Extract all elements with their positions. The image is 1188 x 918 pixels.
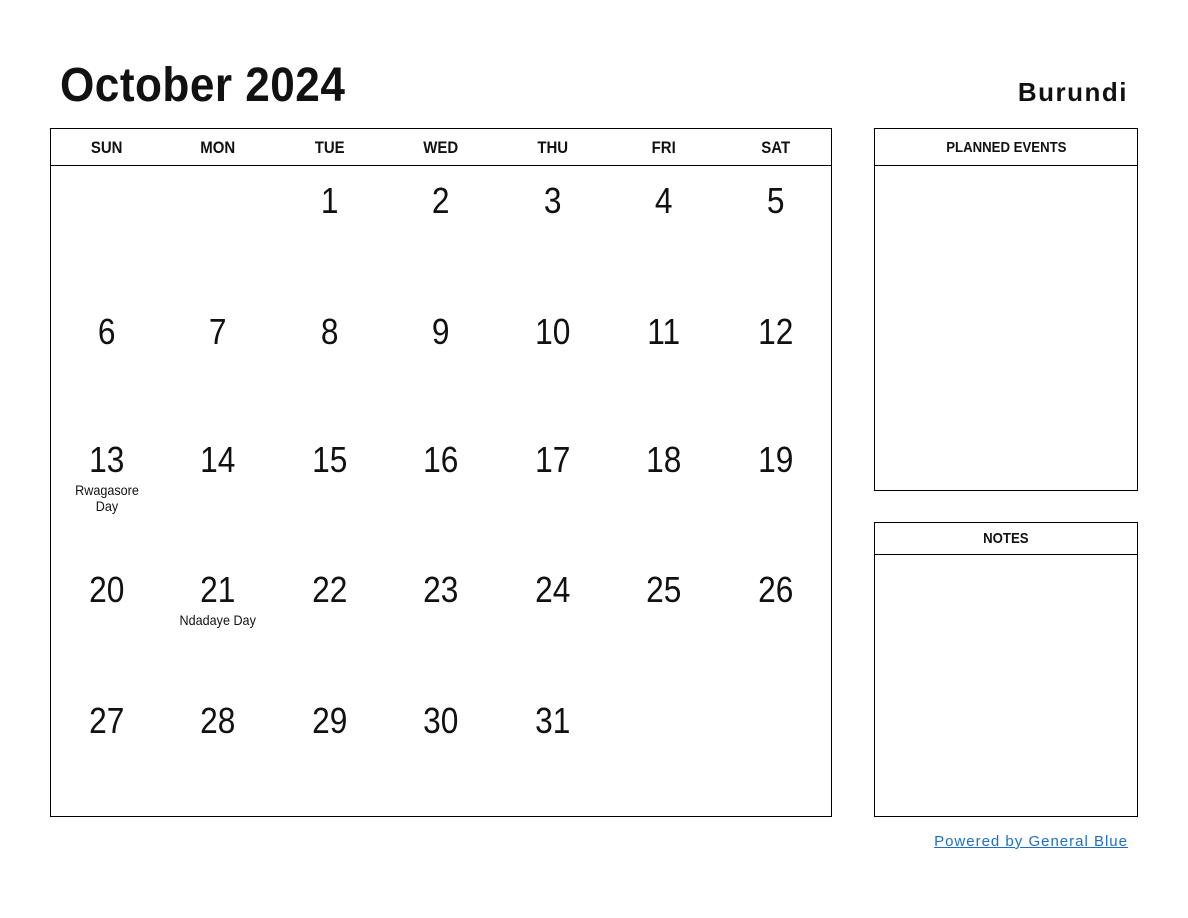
- day-number: 25: [646, 569, 682, 610]
- day-number: 7: [209, 311, 227, 352]
- day-cell: 14: [162, 440, 273, 480]
- day-number: 21: [200, 569, 236, 610]
- day-number: 10: [534, 311, 571, 352]
- day-number: 27: [89, 700, 125, 741]
- day-cell: 6: [51, 312, 162, 352]
- country-label: Burundi: [1017, 77, 1128, 107]
- day-cell: 23: [385, 570, 496, 610]
- day-cell: 20: [51, 570, 162, 610]
- weekday-sat: SAT: [760, 138, 790, 157]
- day-cell: 24: [497, 570, 608, 610]
- day-number: 3: [543, 180, 562, 221]
- weekday-wed: WED: [423, 138, 459, 157]
- day-number: 6: [97, 311, 116, 352]
- weekday-thu: THU: [537, 138, 568, 157]
- day-number: 22: [311, 569, 348, 610]
- day-cell: 1: [274, 181, 385, 221]
- day-cell: 4: [608, 181, 719, 221]
- calendar-grid: SUN MON TUE WED THU FRI SAT 1 2 3 4 5 6 7 8 9 10 1…: [50, 128, 832, 817]
- day-cell: 31: [497, 701, 608, 741]
- page-title: October 2024: [60, 59, 346, 112]
- weekday-tue: TUE: [314, 138, 345, 157]
- day-number: 20: [89, 569, 125, 610]
- day-cell: 28: [162, 701, 273, 741]
- notes-header: NOTES: [875, 523, 1137, 555]
- day-cell: 26: [720, 570, 831, 610]
- day-number: 4: [655, 180, 673, 221]
- day-cell: 30: [385, 701, 496, 741]
- day-number: 1: [320, 180, 339, 221]
- day-number: 12: [757, 311, 793, 352]
- day-number: 14: [200, 439, 236, 480]
- day-cell: 25: [608, 570, 719, 610]
- day-cell: 27: [51, 701, 162, 741]
- day-number: 30: [423, 700, 459, 741]
- day-number: 31: [534, 700, 571, 741]
- day-number: 9: [432, 311, 450, 352]
- day-cell: 17: [497, 440, 608, 480]
- day-cell: 7: [162, 312, 273, 352]
- day-cell: 22: [274, 570, 385, 610]
- day-cell: 19: [720, 440, 831, 480]
- weekday-header: SUN MON TUE WED THU FRI SAT: [51, 129, 831, 166]
- day-cell: 21 Ndadaye Day: [162, 569, 273, 629]
- holiday-label: Rwagasore Day: [74, 482, 139, 514]
- day-number: 5: [766, 180, 785, 221]
- day-cell: 13 Rwagasore Day: [51, 439, 162, 515]
- weekday-fri: FRI: [651, 138, 676, 157]
- notes-panel: NOTES: [874, 522, 1138, 817]
- day-cell: 3: [497, 181, 608, 221]
- day-number: 26: [757, 569, 793, 610]
- day-cell: 5: [720, 181, 831, 221]
- day-number: 8: [320, 311, 339, 352]
- day-cell: 15: [274, 440, 385, 480]
- planned-events-header: PLANNED EVENTS: [875, 129, 1137, 166]
- day-number: 2: [432, 180, 450, 221]
- day-number: 11: [647, 311, 681, 352]
- weekday-sun: SUN: [90, 138, 123, 157]
- notes-label: NOTES: [983, 530, 1029, 547]
- day-number: 29: [311, 700, 348, 741]
- planned-events-label: PLANNED EVENTS: [945, 139, 1067, 156]
- day-cell: 2: [385, 181, 496, 221]
- day-number: 15: [311, 439, 348, 480]
- day-number: 16: [423, 439, 459, 480]
- powered-by-link[interactable]: Powered by General Blue: [934, 832, 1128, 852]
- day-cell: 8: [274, 312, 385, 352]
- day-cell: 10: [497, 312, 608, 352]
- planned-events-panel: PLANNED EVENTS: [874, 128, 1138, 491]
- day-number: 19: [757, 439, 793, 480]
- day-number: 17: [534, 439, 571, 480]
- day-cell: 9: [385, 312, 496, 352]
- weekday-mon: MON: [200, 138, 236, 157]
- day-cell: 12: [720, 312, 831, 352]
- day-number: 18: [646, 439, 682, 480]
- day-cell: 18: [608, 440, 719, 480]
- day-number: 23: [423, 569, 459, 610]
- day-number: 13: [89, 439, 125, 480]
- day-number: 28: [200, 700, 236, 741]
- day-cell: 29: [274, 701, 385, 741]
- day-number: 24: [534, 569, 571, 610]
- holiday-label: Ndadaye Day: [179, 612, 257, 628]
- day-cell: 16: [385, 440, 496, 480]
- day-cell: 11: [608, 312, 719, 352]
